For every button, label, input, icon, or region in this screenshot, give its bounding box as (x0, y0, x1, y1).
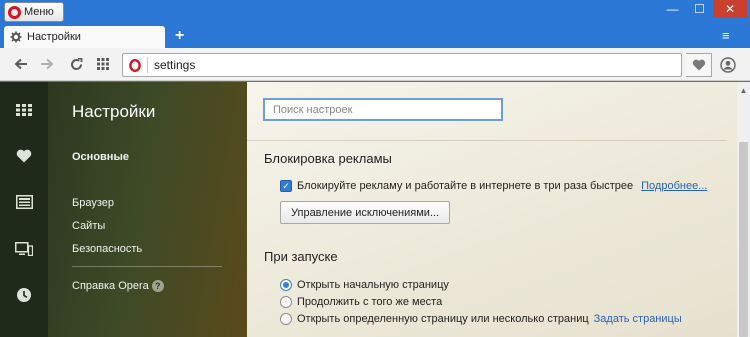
ad-block-checkbox[interactable]: ✓ (280, 180, 292, 192)
startup-option-label: Продолжить с того же места (297, 296, 443, 308)
bookmark-button[interactable] (686, 53, 712, 77)
close-button[interactable]: ✕ (713, 0, 747, 18)
set-pages-link[interactable]: Задать страницы (594, 313, 682, 325)
startup-option: Продолжить с того же места (280, 296, 442, 308)
scroll-thumb[interactable] (739, 142, 748, 337)
startup-option: Открыть начальную страницу (280, 279, 449, 291)
back-button[interactable] (12, 55, 30, 73)
navigation-bar (0, 48, 750, 81)
speed-dial-button[interactable] (94, 55, 112, 73)
ad-block-checkbox-label: Блокируйте рекламу и работайте в интерне… (297, 180, 634, 192)
nav-item-basic[interactable]: Основные (72, 151, 129, 163)
tab-settings[interactable]: Настройки (4, 26, 165, 48)
more-info-link[interactable]: Подробнее... (641, 180, 707, 192)
heart-icon[interactable] (14, 146, 34, 166)
scroll-up-arrow-icon[interactable]: ▲ (737, 84, 750, 96)
title-bar: Меню — ☐ ✕ (0, 0, 750, 24)
nav-divider (72, 266, 222, 267)
forward-button[interactable] (38, 55, 56, 73)
tab-label: Настройки (27, 31, 81, 43)
startup-option-label: Открыть определенную страницу или нескол… (297, 313, 589, 325)
question-icon: ? (151, 280, 164, 293)
ad-block-heading: Блокировка рекламы (264, 151, 392, 166)
grid-icon (97, 58, 109, 70)
new-tab-button[interactable]: + (175, 27, 184, 45)
startup-option: Открыть определенную страницу или нескол… (280, 313, 682, 325)
manage-exceptions-button[interactable]: Управление исключениями... (280, 201, 451, 224)
startup-radio-continue[interactable] (280, 296, 292, 308)
settings-nav-panel: Настройки Основные Браузер Сайты Безопас… (48, 82, 247, 337)
gear-icon (10, 31, 22, 43)
arrow-left-icon (14, 58, 27, 70)
user-icon (720, 57, 736, 73)
devices-icon[interactable] (14, 239, 34, 259)
settings-search-input[interactable] (263, 98, 503, 121)
ad-block-row: ✓ Блокируйте рекламу и работайте в интер… (280, 180, 707, 192)
menu-label: Меню (24, 6, 54, 18)
startup-heading: При запуске (264, 249, 338, 264)
news-icon[interactable] (14, 192, 34, 212)
startup-option-label: Открыть начальную страницу (297, 279, 449, 291)
page-title: Настройки (72, 102, 156, 121)
nav-item-sites[interactable]: Сайты (72, 220, 105, 232)
opera-o-icon (129, 58, 141, 72)
help-link[interactable]: Справка Opera? (72, 280, 164, 293)
startup-radio-specific-pages[interactable] (280, 313, 292, 325)
opera-logo-icon (8, 5, 21, 19)
tab-menu-button[interactable]: ≡ (722, 28, 730, 43)
minimize-button[interactable]: — (659, 0, 686, 18)
opera-menu-button[interactable]: Меню (4, 2, 64, 22)
account-button[interactable] (718, 55, 738, 75)
reload-button[interactable] (67, 55, 85, 73)
heart-icon (692, 59, 705, 71)
help-link-label: Справка Opera (72, 280, 149, 292)
history-icon[interactable] (14, 285, 34, 305)
reload-icon (70, 57, 82, 70)
scrollbar[interactable]: ▲ (737, 82, 750, 337)
section-divider (247, 140, 727, 141)
sidebar (0, 82, 48, 337)
nav-item-browser[interactable]: Браузер (72, 197, 114, 209)
nav-item-security[interactable]: Безопасность (72, 243, 142, 255)
address-bar[interactable] (122, 53, 682, 77)
startup-radio-start-page[interactable] (280, 279, 292, 291)
settings-content: Блокировка рекламы ✓ Блокируйте рекламу … (247, 82, 737, 337)
maximize-button[interactable]: ☐ (686, 0, 713, 18)
address-separator (147, 57, 148, 73)
tab-bar: Настройки + ≡ (0, 24, 750, 48)
arrow-right-icon (41, 58, 54, 70)
speed-dial-icon[interactable] (14, 100, 34, 120)
url-input[interactable] (154, 58, 654, 72)
